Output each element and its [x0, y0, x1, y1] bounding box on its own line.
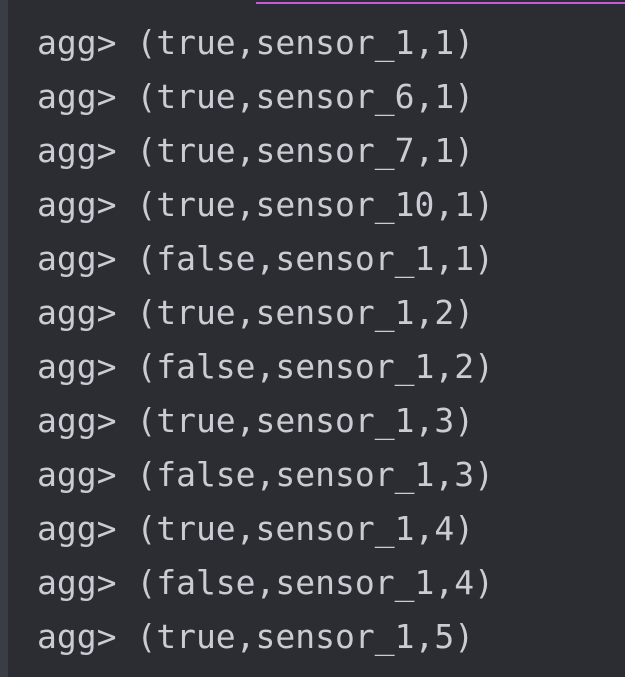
- output-line: agg> (true,sensor_1,5): [37, 617, 475, 656]
- output-line: agg> (true,sensor_10,1): [37, 185, 494, 224]
- output-line: agg> (false,sensor_1,4): [37, 563, 494, 602]
- output-line: agg> (true,sensor_6,1): [37, 77, 475, 116]
- output-line: agg> (false,sensor_1,1): [37, 239, 494, 278]
- output-lines: agg> (true,sensor_1,1) agg> (true,sensor…: [37, 16, 494, 664]
- output-line: agg> (true,sensor_7,1): [37, 131, 475, 170]
- output-line: agg> (true,sensor_1,1): [37, 23, 475, 62]
- output-line: agg> (true,sensor_1,4): [37, 509, 475, 548]
- output-line: agg> (false,sensor_1,2): [37, 347, 494, 386]
- output-line: agg> (false,sensor_1,3): [37, 455, 494, 494]
- output-line: agg> (true,sensor_1,2): [37, 293, 475, 332]
- truncated-link-underline[interactable]: [256, 0, 625, 4]
- output-line: agg> (true,sensor_1,3): [37, 401, 475, 440]
- left-gutter: [0, 0, 8, 677]
- console-output-panel: agg> (true,sensor_1,1) agg> (true,sensor…: [0, 0, 625, 677]
